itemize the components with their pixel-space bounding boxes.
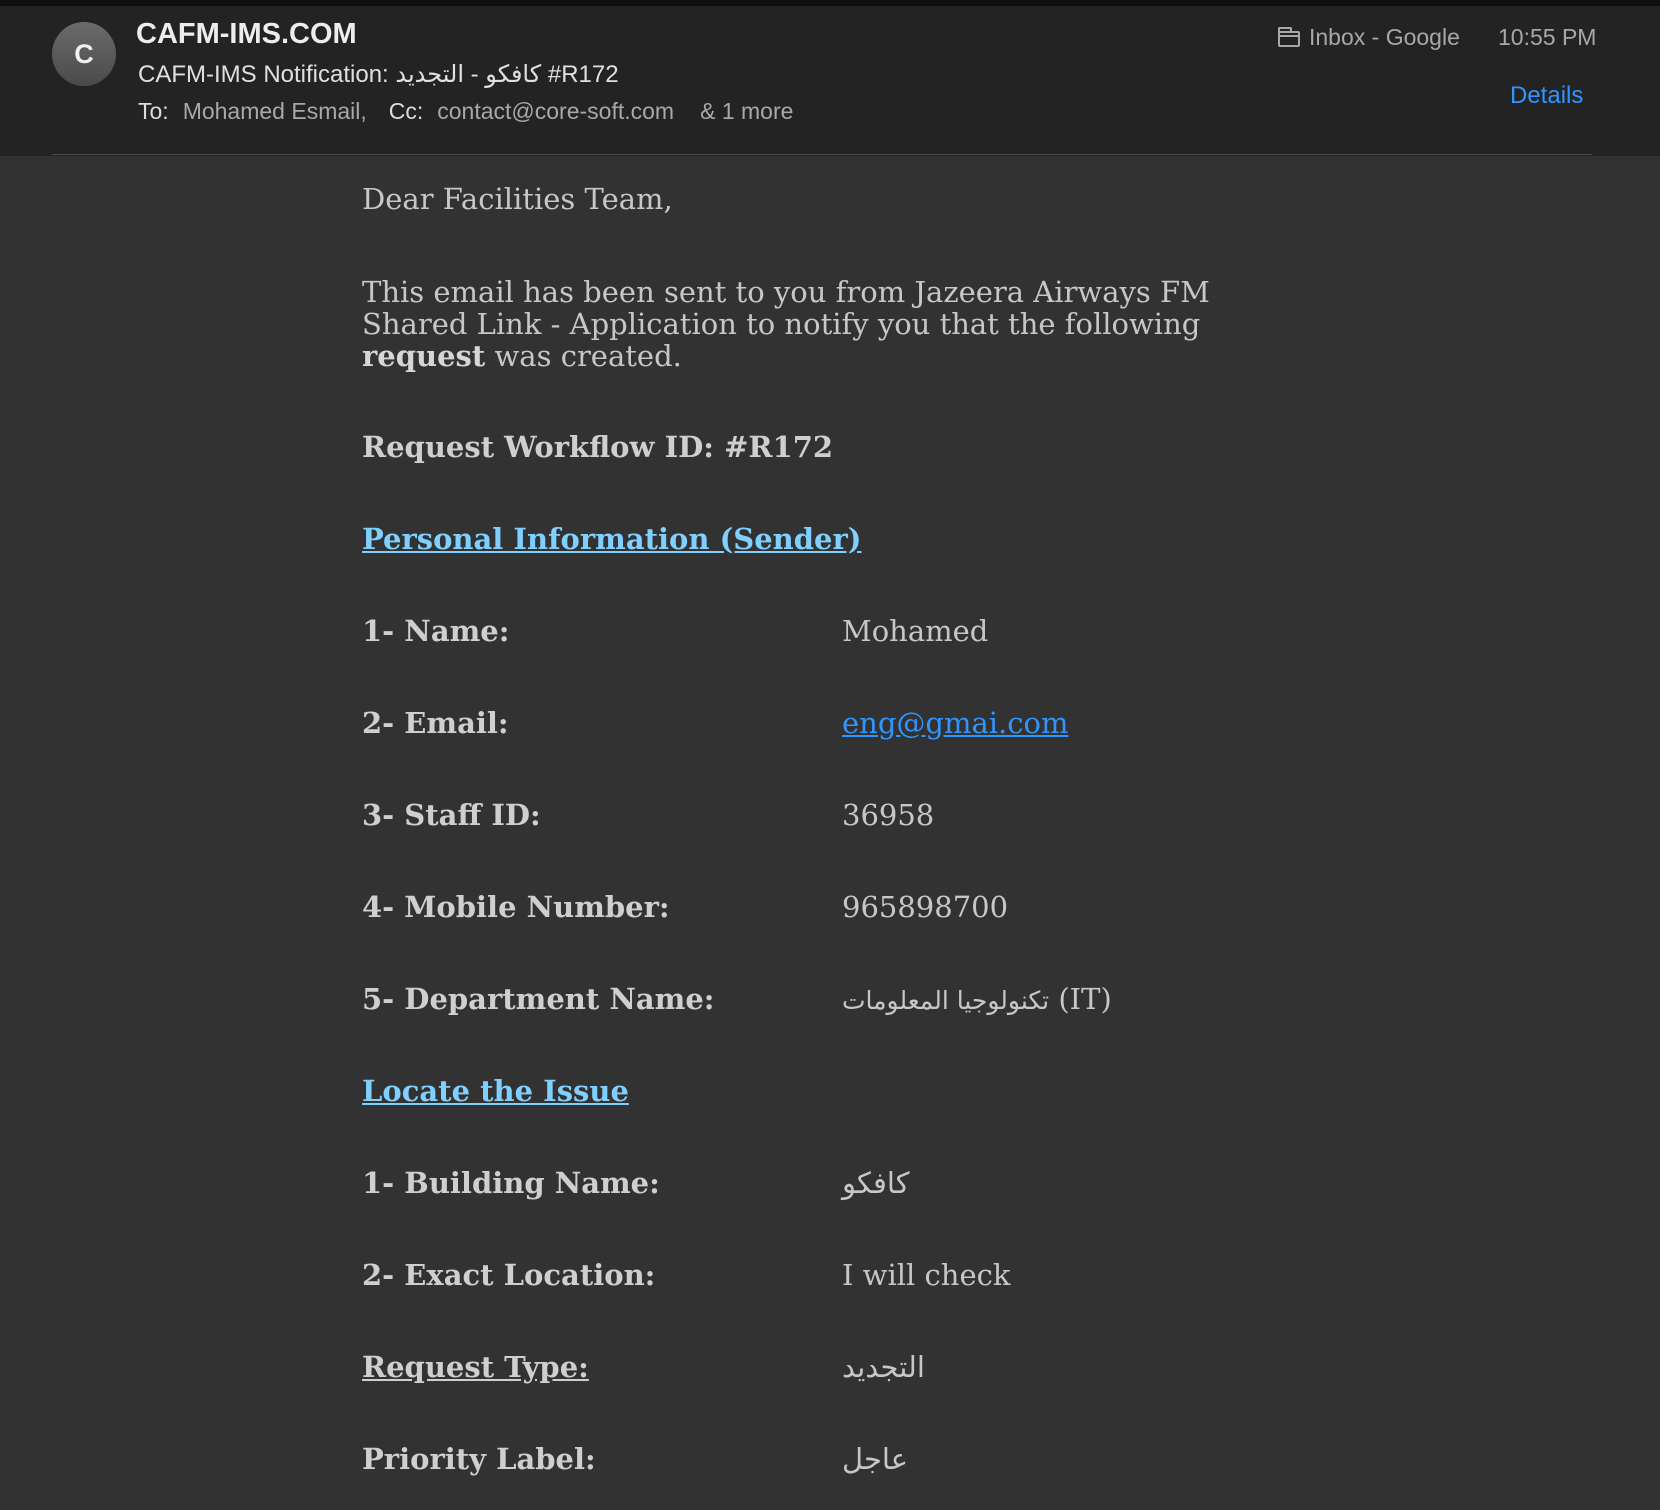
department-code: (IT) — [1058, 982, 1112, 1016]
folder-icon — [1278, 26, 1300, 47]
header-divider — [52, 154, 1592, 155]
field-row-staff-id: 3- Staff ID: 36958 — [362, 798, 1262, 838]
field-row-priority: Priority Label: عاجل — [362, 1442, 1262, 1482]
mailbox-indicator: Inbox - Google — [1278, 24, 1460, 51]
field-row-department: 5- Department Name: تكنولوجيا المعلومات … — [362, 982, 1262, 1022]
field-value: كافكو — [842, 1166, 910, 1200]
field-value: I will check — [842, 1258, 1011, 1292]
field-value: عاجل — [842, 1442, 909, 1476]
cc-recipient[interactable]: contact@core-soft.com — [437, 98, 674, 124]
field-label: 1- Building Name: — [362, 1166, 660, 1200]
section-locate-issue[interactable]: Locate the Issue — [362, 1074, 629, 1108]
workflow-id-line: Request Workflow ID: #R172 — [362, 430, 833, 464]
field-label: 2- Email: — [362, 706, 509, 740]
workflow-id-value: #R172 — [724, 430, 834, 464]
details-button[interactable]: Details — [1510, 82, 1583, 110]
section-personal-information[interactable]: Personal Information (Sender) — [362, 522, 862, 556]
sender-avatar: C — [52, 22, 116, 86]
field-label: 3- Staff ID: — [362, 798, 541, 832]
field-label: 1- Name: — [362, 614, 510, 648]
field-value: التجديد — [842, 1350, 925, 1384]
field-label: 2- Exact Location: — [362, 1258, 656, 1292]
field-row-name: 1- Name: Mohamed — [362, 614, 1262, 654]
request-type-link[interactable]: Request Type: — [362, 1350, 589, 1384]
department-arabic: تكنولوجيا المعلومات — [842, 986, 1050, 1015]
to-recipient[interactable]: Mohamed Esmail, — [183, 98, 367, 124]
field-row-mobile: 4- Mobile Number: 965898700 — [362, 890, 1262, 930]
field-value: تكنولوجيا المعلومات (IT) — [842, 982, 1112, 1016]
to-label: To: — [138, 98, 169, 124]
field-row-request-type: Request Type: التجديد — [362, 1350, 1262, 1390]
workflow-id-label: Request Workflow ID: — [362, 430, 715, 464]
intro-bold-request: request — [362, 339, 486, 373]
cc-label: Cc: — [388, 98, 424, 124]
recipients-line: To: Mohamed Esmail, Cc: contact@core-soft.c… — [138, 98, 793, 125]
mailbox-name: Inbox - Google — [1309, 24, 1460, 50]
field-row-location: 2- Exact Location: I will check — [362, 1258, 1262, 1298]
field-label: 4- Mobile Number: — [362, 890, 670, 924]
message-header: C CAFM-IMS.COM CAFM-IMS Notification: كا… — [0, 6, 1660, 156]
intro-paragraph: This email has been sent to you from Jaz… — [362, 275, 1210, 373]
field-label: Priority Label: — [362, 1442, 596, 1476]
email-subject: CAFM-IMS Notification: كافكو - التجديد #… — [138, 61, 619, 88]
received-time: 10:55 PM — [1498, 24, 1597, 50]
sender-name[interactable]: CAFM-IMS.COM — [136, 18, 357, 51]
email-link[interactable]: eng@gmai.com — [842, 706, 1068, 740]
field-value: 36958 — [842, 798, 935, 832]
field-label: 5- Department Name: — [362, 982, 715, 1016]
field-value: Mohamed — [842, 614, 989, 648]
more-recipients[interactable]: & 1 more — [700, 98, 793, 124]
field-value: 965898700 — [842, 890, 1009, 924]
field-row-building: 1- Building Name: كافكو — [362, 1166, 1262, 1206]
greeting: Dear Facilities Team, — [362, 182, 673, 216]
field-row-email: 2- Email: eng@gmai.com — [362, 706, 1262, 746]
